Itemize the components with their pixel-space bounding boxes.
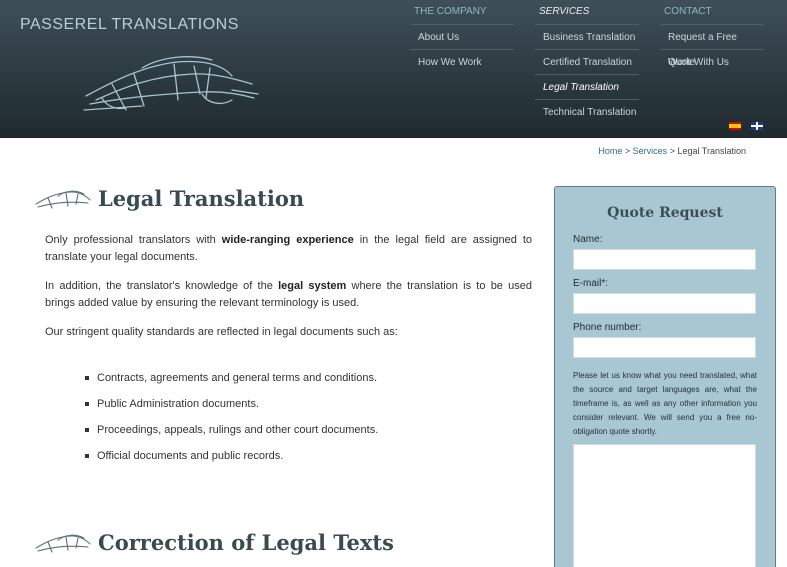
page-title: Legal Translation bbox=[98, 186, 305, 211]
site-logo-text[interactable]: PASSEREL TRANSLATIONS bbox=[20, 16, 239, 34]
name-label: Name: bbox=[573, 234, 603, 245]
name-input[interactable] bbox=[573, 249, 756, 270]
section-title-correction: Correction of Legal Texts bbox=[98, 530, 394, 555]
section-heading-correction: Correction of Legal Texts bbox=[34, 530, 394, 555]
site-header: PASSEREL TRANSLATIONS THE COMPANY About … bbox=[0, 0, 787, 138]
nav-item-request-quote[interactable]: Request a Free Quote bbox=[660, 24, 764, 68]
paragraph-2: In addition, the translator's knowledge … bbox=[45, 278, 532, 312]
section-heading-legal: Legal Translation bbox=[34, 186, 304, 211]
nav-item-certified-translation[interactable]: Certified Translation bbox=[535, 49, 639, 74]
quote-title: Quote Request bbox=[607, 205, 723, 221]
text: In addition, the translator's knowledge … bbox=[45, 280, 279, 292]
paragraph-1: Only professional translators with wide-… bbox=[45, 232, 532, 266]
nav-column-contact: CONTACT Request a Free Quote Work With U… bbox=[660, 0, 764, 74]
nav-column-services: SERVICES Business Translation Certified … bbox=[535, 0, 639, 124]
document-list: Contracts, agreements and general terms … bbox=[45, 365, 532, 469]
breadcrumb-current: Legal Translation bbox=[677, 146, 746, 156]
list-item: Contracts, agreements and general terms … bbox=[85, 365, 532, 391]
car-sketch-logo bbox=[83, 56, 259, 111]
list-item: Official documents and public records. bbox=[85, 443, 532, 469]
nav-heading-services[interactable]: SERVICES bbox=[535, 0, 639, 24]
car-sketch-bullet-icon bbox=[35, 190, 91, 209]
nav-heading-contact[interactable]: CONTACT bbox=[660, 0, 764, 24]
breadcrumb-services-link[interactable]: Services bbox=[633, 146, 668, 156]
email-label: E-mail*: bbox=[573, 278, 609, 289]
email-input[interactable] bbox=[573, 293, 756, 314]
emphasis: legal system bbox=[278, 280, 347, 292]
list-item: Proceedings, appeals, rulings and other … bbox=[85, 417, 532, 443]
phone-input[interactable] bbox=[573, 337, 756, 358]
emphasis: wide-ranging experience bbox=[221, 234, 354, 246]
nav-item-how-we-work[interactable]: How We Work bbox=[410, 49, 514, 74]
english-flag-icon[interactable] bbox=[751, 122, 763, 130]
text: Only professional translators with bbox=[45, 234, 222, 246]
breadcrumb: Home > Services > Legal Translation bbox=[598, 146, 746, 156]
quote-instructions: Please let us know what you need transla… bbox=[573, 371, 757, 436]
nav-item-technical-translation[interactable]: Technical Translation bbox=[535, 99, 639, 124]
phone-label: Phone number: bbox=[573, 322, 642, 333]
nav-item-business-translation[interactable]: Business Translation bbox=[535, 24, 639, 49]
main-content: Only professional translators with wide-… bbox=[45, 232, 532, 469]
breadcrumb-separator: > bbox=[622, 146, 633, 156]
language-switcher bbox=[729, 122, 763, 130]
car-sketch-bullet-icon bbox=[35, 534, 91, 553]
nav-heading-company[interactable]: THE COMPANY bbox=[410, 0, 514, 24]
nav-item-legal-translation[interactable]: Legal Translation bbox=[535, 74, 639, 99]
quote-request-form: Quote Request Name: E-mail*: Phone numbe… bbox=[554, 186, 776, 567]
nav-column-company: THE COMPANY About Us How We Work bbox=[410, 0, 514, 74]
nav-item-about-us[interactable]: About Us bbox=[410, 24, 514, 49]
breadcrumb-home-link[interactable]: Home bbox=[598, 146, 622, 156]
spanish-flag-icon[interactable] bbox=[729, 122, 741, 130]
breadcrumb-separator: > bbox=[667, 146, 678, 156]
paragraph-3: Our stringent quality standards are refl… bbox=[45, 326, 398, 338]
list-item: Public Administration documents. bbox=[85, 391, 532, 417]
message-textarea[interactable] bbox=[573, 444, 756, 567]
nav-item-work-with-us[interactable]: Work With Us bbox=[660, 49, 764, 74]
